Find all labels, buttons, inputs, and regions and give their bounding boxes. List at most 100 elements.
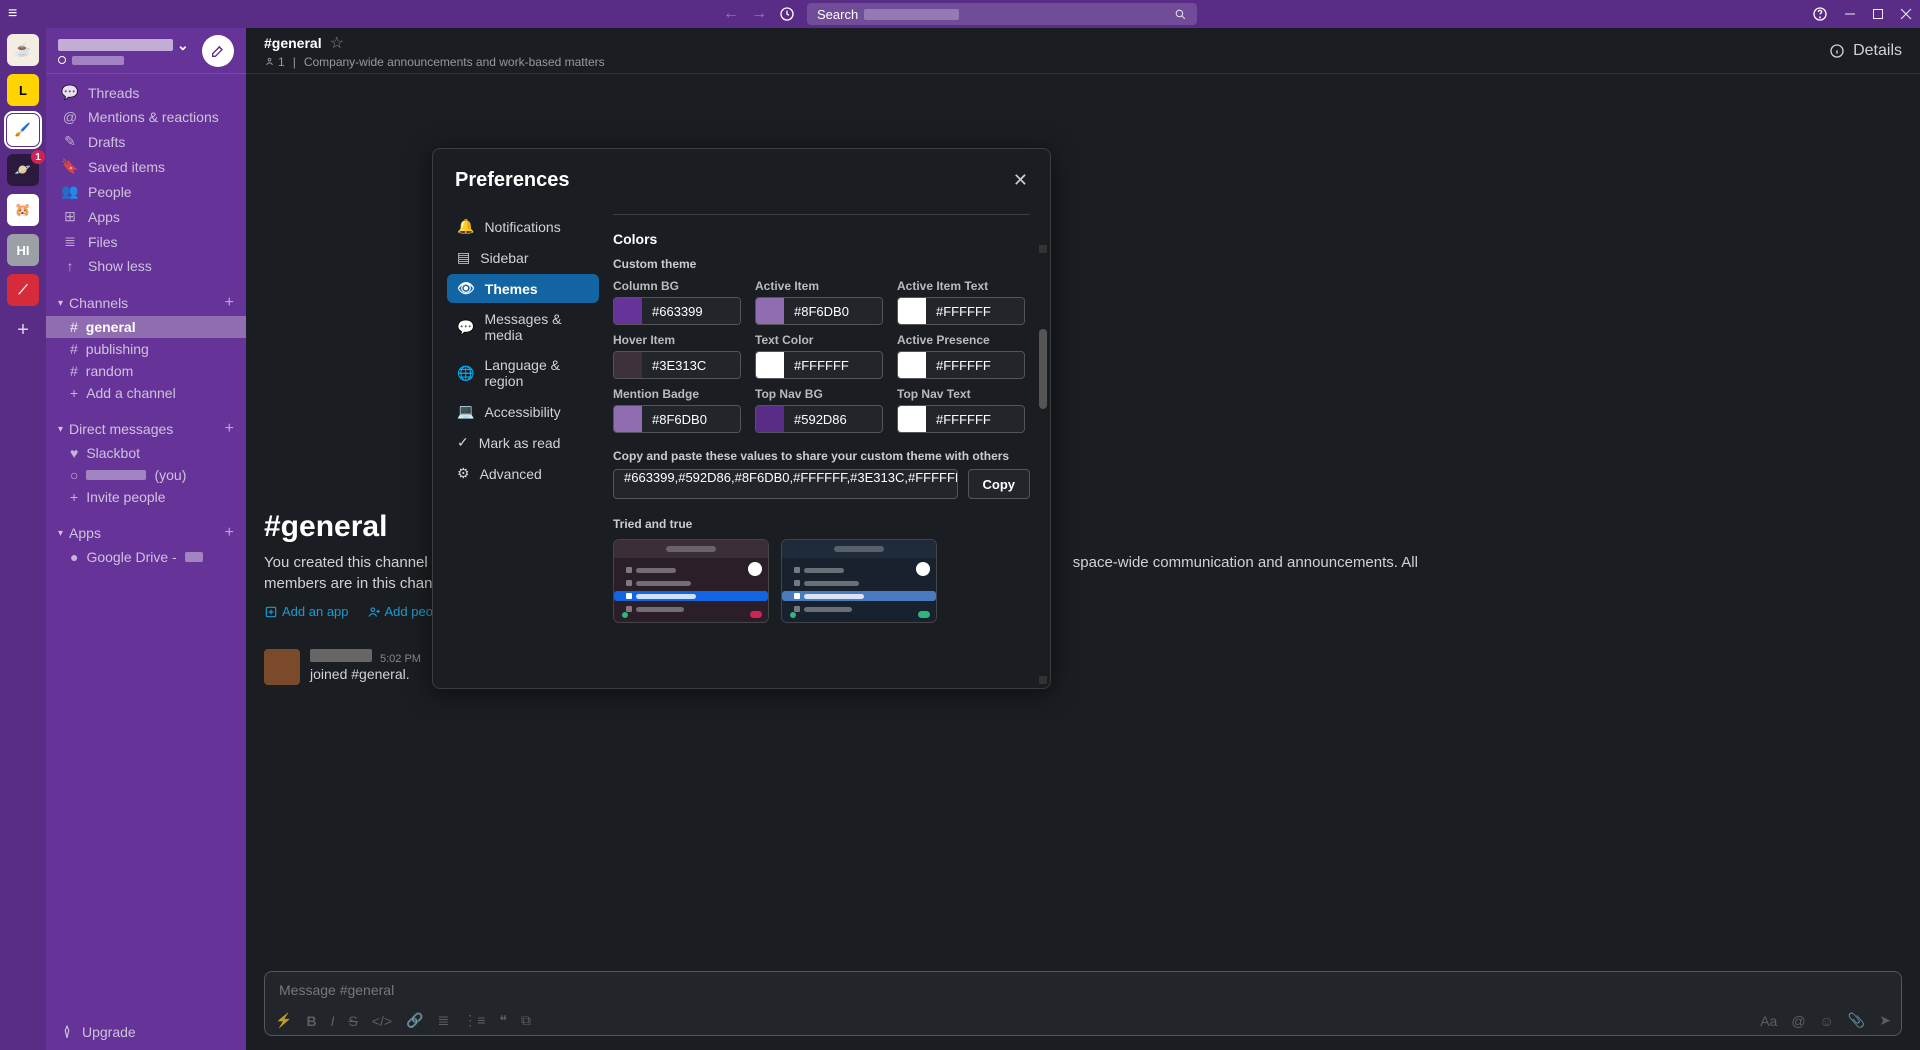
color-swatch[interactable]: [614, 406, 642, 432]
color-swatch[interactable]: [756, 406, 784, 432]
lightning-icon[interactable]: ⚡: [275, 1012, 292, 1029]
color-picker-active-item-text[interactable]: Active Item Text#FFFFFF: [897, 279, 1025, 325]
sidebar-item-threads[interactable]: 💬Threads: [46, 80, 246, 105]
code-icon[interactable]: </>: [372, 1013, 392, 1029]
prefs-nav-language-region[interactable]: 🌐Language & region: [447, 351, 599, 395]
attach-icon[interactable]: 📎: [1848, 1012, 1865, 1029]
italic-icon[interactable]: I: [331, 1013, 335, 1029]
apps-section-header[interactable]: ▾ Apps +: [46, 520, 246, 546]
workspace-switcher-item[interactable]: 🐹: [7, 194, 39, 226]
copy-button[interactable]: Copy: [968, 469, 1031, 499]
color-swatch[interactable]: [898, 406, 926, 432]
codeblock-icon[interactable]: ⧉: [521, 1012, 531, 1029]
star-icon[interactable]: ☆: [330, 33, 344, 53]
history-icon[interactable]: [779, 6, 795, 22]
color-value[interactable]: #663399: [642, 298, 740, 324]
scrollbar-up-icon[interactable]: [1039, 245, 1047, 253]
sidebar-item-files[interactable]: ≣Files: [46, 229, 246, 254]
quote-icon[interactable]: ❝: [499, 1012, 507, 1029]
member-count-icon[interactable]: 1: [264, 55, 285, 69]
color-value[interactable]: #FFFFFF: [926, 352, 1024, 378]
add-channel-link[interactable]: +Add a channel: [46, 382, 246, 404]
dm-item[interactable]: ♥Slackbot: [46, 442, 246, 464]
sidebar-item-mentions-reactions[interactable]: @Mentions & reactions: [46, 105, 246, 129]
color-value[interactable]: #FFFFFF: [926, 406, 1024, 432]
theme-preset-1[interactable]: [781, 539, 937, 623]
color-value[interactable]: #FFFFFF: [784, 352, 882, 378]
prefs-nav-notifications[interactable]: 🔔Notifications: [447, 212, 599, 241]
add-dm-icon[interactable]: +: [225, 420, 234, 438]
theme-string-input[interactable]: #663399,#592D86,#8F6DB0,#FFFFFF,#3E313C,…: [613, 469, 958, 499]
link-icon[interactable]: 🔗: [406, 1012, 423, 1029]
color-picker-top-nav-text[interactable]: Top Nav Text#FFFFFF: [897, 387, 1025, 433]
scrollbar-down-icon[interactable]: [1039, 676, 1047, 684]
color-swatch[interactable]: [614, 298, 642, 324]
hamburger-icon[interactable]: ≡: [8, 5, 17, 23]
search-input[interactable]: Search: [807, 3, 1197, 25]
color-picker-top-nav-bg[interactable]: Top Nav BG#592D86: [755, 387, 883, 433]
add-app-link[interactable]: Add an app: [264, 604, 349, 619]
add-channel-icon[interactable]: +: [225, 294, 234, 312]
workspace-switcher-item[interactable]: 🖌️: [7, 114, 39, 146]
channel-topic[interactable]: Company-wide announcements and work-base…: [304, 55, 605, 69]
workspace-switcher-item[interactable]: ⟋: [7, 274, 39, 306]
dms-section-header[interactable]: ▾ Direct messages +: [46, 416, 246, 442]
prefs-nav-advanced[interactable]: ⚙Advanced: [447, 459, 599, 488]
message-composer[interactable]: Message #general ⚡ B I S </> 🔗 ≣ ⋮≡ ❝ ⧉ …: [264, 971, 1902, 1036]
color-swatch[interactable]: [614, 352, 642, 378]
nav-forward-icon[interactable]: →: [751, 5, 767, 23]
bold-icon[interactable]: B: [306, 1013, 316, 1029]
channel-publishing[interactable]: #publishing: [46, 338, 246, 360]
color-value[interactable]: #8F6DB0: [784, 298, 882, 324]
color-picker-text-color[interactable]: Text Color#FFFFFF: [755, 333, 883, 379]
prefs-nav-mark-as-read[interactable]: ✓Mark as read: [447, 428, 599, 457]
channel-title[interactable]: #general: [264, 35, 322, 51]
color-swatch[interactable]: [898, 298, 926, 324]
channels-section-header[interactable]: ▾ Channels +: [46, 290, 246, 316]
nav-back-icon[interactable]: ←: [723, 5, 739, 23]
prefs-nav-accessibility[interactable]: 💻Accessibility: [447, 397, 599, 426]
workspace-switcher-item[interactable]: HI: [7, 234, 39, 266]
prefs-nav-messages-media[interactable]: 💬Messages & media: [447, 305, 599, 349]
sidebar-item-show-less[interactable]: ↑Show less: [46, 254, 246, 278]
bullet-list-icon[interactable]: ⋮≡: [463, 1012, 485, 1029]
emoji-icon[interactable]: ☺: [1820, 1013, 1834, 1029]
upgrade-link[interactable]: Upgrade: [60, 1024, 136, 1040]
close-icon[interactable]: [1900, 8, 1912, 20]
theme-preset-0[interactable]: [613, 539, 769, 623]
send-icon[interactable]: ➤: [1879, 1012, 1891, 1029]
sidebar-item-apps[interactable]: ⊞Apps: [46, 204, 246, 229]
color-value[interactable]: #3E313C: [642, 352, 740, 378]
sidebar-item-drafts[interactable]: ✎Drafts: [46, 129, 246, 154]
avatar[interactable]: [264, 649, 300, 685]
details-button[interactable]: Details: [1829, 42, 1902, 60]
workspace-switcher-item[interactable]: L: [7, 74, 39, 106]
color-value[interactable]: #8F6DB0: [642, 406, 740, 432]
color-swatch[interactable]: [756, 298, 784, 324]
channel-general[interactable]: #general: [46, 316, 246, 338]
color-picker-active-item[interactable]: Active Item#8F6DB0: [755, 279, 883, 325]
message-timestamp[interactable]: 5:02 PM: [380, 653, 421, 665]
compose-button[interactable]: [202, 35, 234, 67]
workspace-header[interactable]: ⌄: [46, 28, 246, 74]
color-picker-column-bg[interactable]: Column BG#663399: [613, 279, 741, 325]
maximize-icon[interactable]: [1872, 8, 1884, 20]
workspace-switcher-item[interactable]: ☕: [7, 34, 39, 66]
composer-input[interactable]: Message #general: [265, 972, 1901, 1008]
app-item[interactable]: ●Google Drive -: [46, 546, 246, 568]
sidebar-item-saved-items[interactable]: 🔖Saved items: [46, 154, 246, 179]
help-icon[interactable]: [1812, 6, 1828, 22]
color-picker-active-presence[interactable]: Active Presence#FFFFFF: [897, 333, 1025, 379]
strike-icon[interactable]: S: [348, 1013, 357, 1029]
color-value[interactable]: #592D86: [784, 406, 882, 432]
add-workspace-icon[interactable]: +: [7, 314, 39, 346]
scrollbar-thumb[interactable]: [1039, 329, 1047, 409]
add-app-icon[interactable]: +: [225, 524, 234, 542]
prefs-nav-sidebar[interactable]: ▤Sidebar: [447, 243, 599, 272]
mention-icon[interactable]: @: [1791, 1013, 1805, 1029]
invite-people-link[interactable]: +Invite people: [46, 486, 246, 508]
color-picker-hover-item[interactable]: Hover Item#3E313C: [613, 333, 741, 379]
dm-item[interactable]: ○ (you): [46, 464, 246, 486]
color-swatch[interactable]: [756, 352, 784, 378]
channel-random[interactable]: #random: [46, 360, 246, 382]
